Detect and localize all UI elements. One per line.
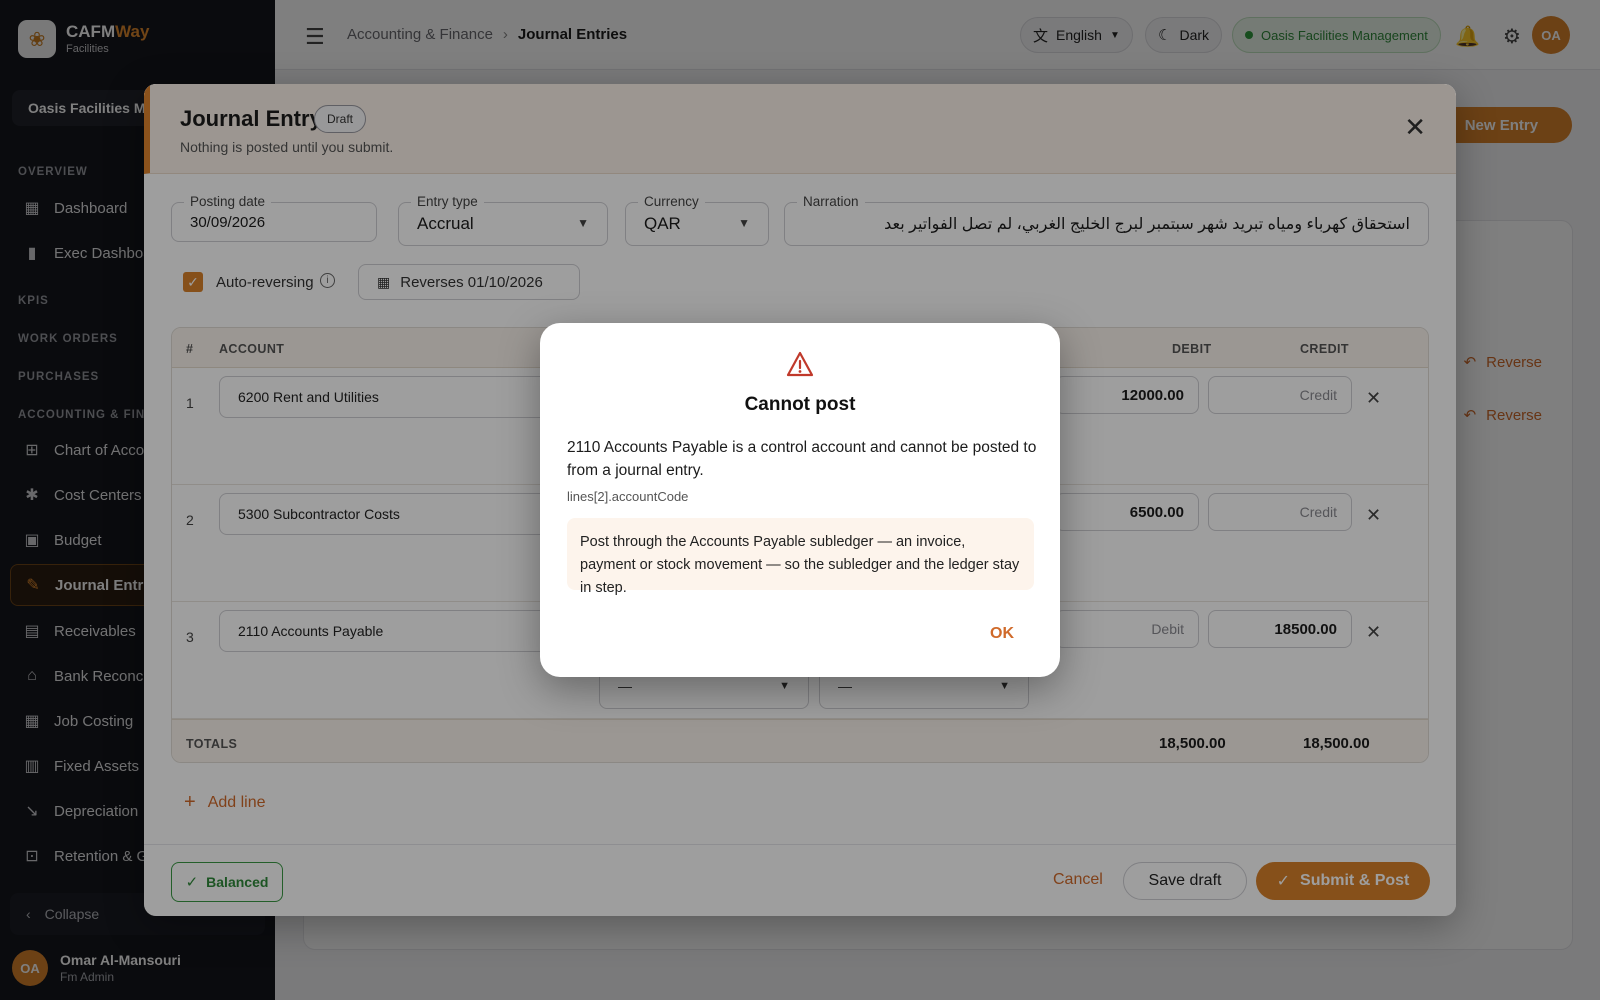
dialog-hint: Post through the Accounts Payable subled… xyxy=(567,518,1034,596)
error-code: lines[2].accountCode xyxy=(567,489,689,504)
ok-button[interactable]: OK xyxy=(990,625,1014,643)
warning-icon xyxy=(786,351,814,377)
error-dialog: Cannot post 2110 Accounts Payable is a c… xyxy=(540,323,1060,677)
dialog-title: Cannot post xyxy=(744,394,856,415)
dialog-message: 2110 Accounts Payable is a control accou… xyxy=(567,439,1037,479)
